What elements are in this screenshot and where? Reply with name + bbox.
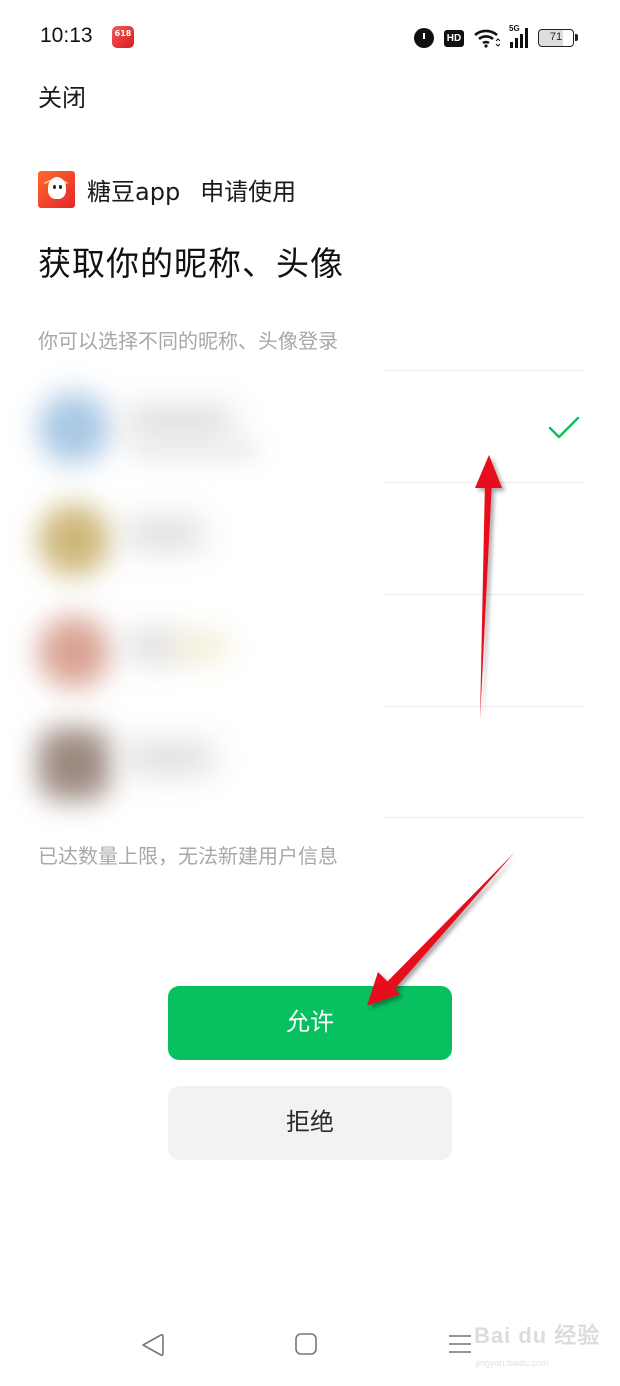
status-icons: HD 5G 71 [414, 24, 578, 50]
selected-check-icon [548, 416, 580, 439]
status-time: 10:13 [40, 24, 93, 47]
home-icon[interactable] [294, 1332, 318, 1356]
account-list [0, 370, 620, 818]
recent-apps-menu-icon[interactable] [448, 1332, 472, 1356]
page-title: 获取你的昵称、头像 [38, 244, 344, 283]
account-row[interactable] [0, 370, 620, 482]
app-request-header: 糖豆app 申请使用 [38, 171, 296, 208]
battery-icon: 71 [538, 29, 578, 47]
account-row[interactable] [0, 706, 620, 818]
wifi-icon [474, 29, 500, 48]
app-request-text: 申请使用 [200, 178, 297, 206]
alarm-icon [414, 28, 434, 48]
shopping-app-notification-icon: 618 [112, 26, 134, 48]
status-bar: 10:13 618 HD 5G 71 [0, 0, 620, 75]
divider [385, 482, 583, 483]
red-arrow-down-left-icon [367, 852, 515, 1006]
account-row[interactable] [0, 594, 620, 706]
divider [385, 370, 583, 371]
subtitle: 你可以选择不同的昵称、头像登录 [38, 329, 338, 353]
account-name-blurred [125, 408, 235, 436]
close-button[interactable]: 关闭 [38, 78, 86, 113]
avatar [38, 392, 110, 464]
divider [385, 706, 583, 707]
avatar [38, 504, 110, 576]
allow-button[interactable]: 允许 [168, 986, 452, 1060]
account-name-blurred [170, 634, 230, 660]
hd-voice-icon: HD [444, 29, 464, 47]
back-icon[interactable] [140, 1332, 166, 1358]
divider [385, 817, 583, 818]
account-row[interactable] [0, 482, 620, 594]
avatar [38, 728, 110, 800]
account-name-blurred [125, 520, 205, 548]
tangdou-app-icon [38, 171, 75, 208]
cellular-signal-icon: 5G [509, 24, 528, 48]
baidu-watermark: Bai du 经验 [474, 1323, 601, 1348]
app-name: 糖豆app [87, 178, 181, 206]
limit-note: 已达数量上限，无法新建用户信息 [38, 844, 338, 868]
baidu-watermark-url: jingyan.baidu.com [476, 1358, 549, 1368]
account-subtitle-blurred [130, 442, 260, 458]
divider [385, 594, 583, 595]
account-name-blurred [125, 744, 215, 772]
avatar [38, 616, 110, 688]
deny-button[interactable]: 拒绝 [168, 1086, 452, 1160]
